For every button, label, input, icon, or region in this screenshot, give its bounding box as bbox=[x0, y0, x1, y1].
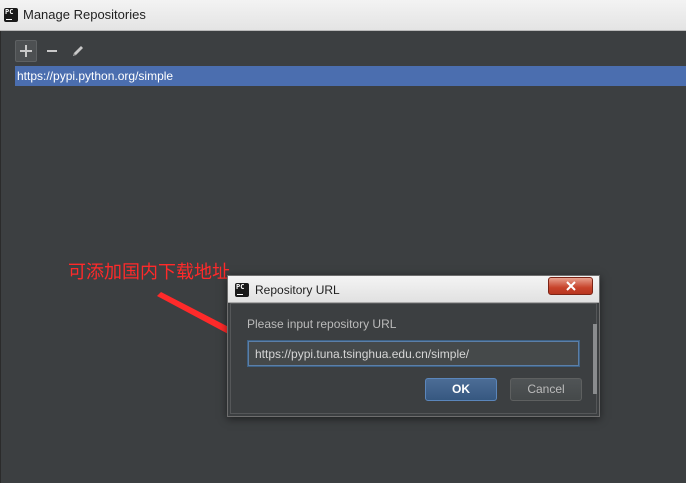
ok-button[interactable]: OK bbox=[425, 378, 497, 401]
window-titlebar: PC Manage Repositories bbox=[0, 0, 686, 31]
cancel-button[interactable]: Cancel bbox=[510, 378, 582, 401]
edit-repository-button[interactable] bbox=[67, 40, 89, 62]
repository-url-input[interactable] bbox=[248, 341, 579, 366]
dialog-scrollbar[interactable] bbox=[593, 324, 597, 394]
dialog-close-button[interactable] bbox=[548, 277, 593, 295]
left-border bbox=[0, 31, 1, 483]
dialog-title: Repository URL bbox=[255, 283, 340, 297]
repository-toolbar bbox=[15, 40, 93, 62]
pycharm-icon: PC bbox=[235, 283, 249, 297]
remove-repository-button[interactable] bbox=[41, 40, 63, 62]
add-repository-button[interactable] bbox=[15, 40, 37, 62]
repository-url-dialog: PC Repository URL Please input repositor… bbox=[227, 275, 600, 417]
repository-url-prompt: Please input repository URL bbox=[247, 317, 397, 331]
pencil-icon bbox=[73, 46, 83, 56]
close-icon bbox=[565, 281, 576, 291]
plus-icon bbox=[20, 45, 32, 57]
dialog-titlebar: PC Repository URL bbox=[228, 276, 599, 303]
minus-icon bbox=[47, 50, 57, 52]
pycharm-icon: PC bbox=[4, 8, 18, 22]
dialog-body: Please input repository URL OK Cancel bbox=[230, 303, 597, 414]
annotation-text: 可添加国内下载地址 bbox=[68, 262, 230, 283]
repository-list-item[interactable]: https://pypi.python.org/simple bbox=[15, 66, 686, 86]
manage-repositories-window: PC Manage Repositories https://pypi.pyth… bbox=[0, 0, 686, 483]
window-title: Manage Repositories bbox=[23, 7, 146, 22]
